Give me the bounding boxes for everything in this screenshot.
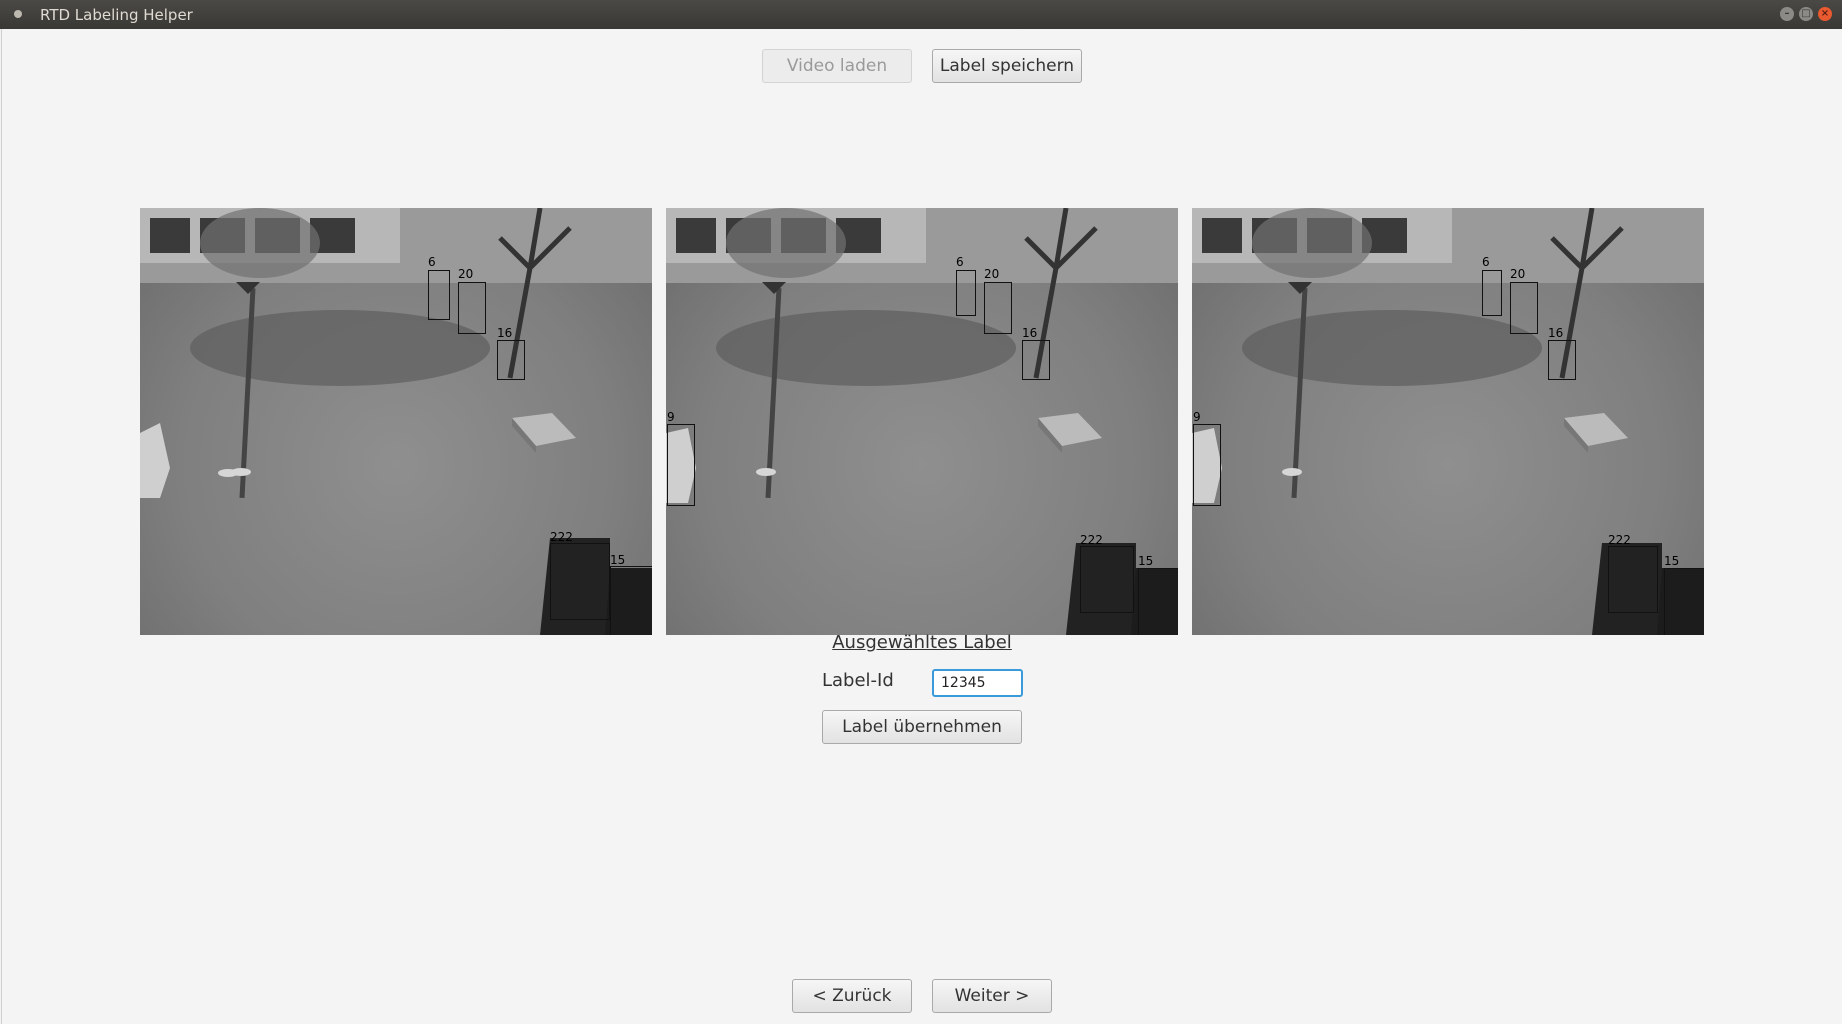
bbox <box>1510 282 1538 334</box>
bbox <box>610 566 652 635</box>
bbox <box>667 424 695 506</box>
bbox-label: 222 <box>1080 533 1103 547</box>
bbox-label: 16 <box>497 326 513 340</box>
bbox-label: 6 <box>428 255 436 269</box>
bbox <box>1664 568 1704 635</box>
bbox <box>1138 568 1178 635</box>
bbox <box>458 282 486 334</box>
title-bar: RTD Labeling Helper – □ × <box>0 0 1842 29</box>
bbox-label: 15 <box>1138 554 1154 568</box>
maximize-icon[interactable]: □ <box>1799 7 1813 21</box>
bbox <box>1482 270 1502 316</box>
bbox-label: 6 <box>1482 255 1490 269</box>
bbox-label: 15 <box>610 553 626 567</box>
selected-label-heading: Ausgewähltes Label <box>2 632 1842 653</box>
video-frame-next[interactable]: 6 20 16 9 222 15 <box>1192 208 1704 635</box>
back-button[interactable]: < Zurück <box>792 979 912 1013</box>
bbox-label: 20 <box>984 267 1000 281</box>
bbox <box>550 543 610 620</box>
bbox-label: 222 <box>1608 533 1631 547</box>
minimize-icon[interactable]: – <box>1780 7 1794 21</box>
app-icon <box>14 10 22 18</box>
video-frame-previous[interactable]: 6 20 16 222 15 <box>140 208 652 635</box>
bbox-label: 6 <box>956 255 964 269</box>
bbox <box>984 282 1012 334</box>
load-video-button[interactable]: Video laden <box>762 49 912 83</box>
label-id-input[interactable]: 12345 <box>932 669 1023 697</box>
bbox <box>1608 546 1658 613</box>
bbox-label: 9 <box>1193 410 1201 424</box>
main-window: Video laden Label speichern 6 20 16 222 … <box>1 29 1842 1024</box>
bbox <box>1548 340 1576 380</box>
bbox <box>497 340 525 380</box>
next-button[interactable]: Weiter > <box>932 979 1052 1013</box>
close-icon[interactable]: × <box>1818 7 1832 21</box>
bbox-label: 16 <box>1548 326 1564 340</box>
video-frame-current[interactable]: 6 20 16 9 222 15 <box>666 208 1178 635</box>
save-label-button[interactable]: Label speichern <box>932 49 1082 83</box>
apply-label-button[interactable]: Label übernehmen <box>822 710 1022 744</box>
bbox-label: 16 <box>1022 326 1038 340</box>
bbox-label: 9 <box>667 410 675 424</box>
bbox <box>1022 340 1050 380</box>
bbox <box>1193 424 1221 506</box>
bbox <box>428 270 450 320</box>
bbox-label: 222 <box>550 530 573 544</box>
bbox <box>956 270 976 316</box>
bbox-label: 15 <box>1664 554 1680 568</box>
bbox-label: 20 <box>458 267 474 281</box>
bbox-label: 20 <box>1510 267 1526 281</box>
bbox <box>1080 546 1134 613</box>
label-id-caption: Label-Id <box>822 670 894 691</box>
selected-label-heading-text: Ausgewähltes Label <box>832 632 1012 653</box>
window-title: RTD Labeling Helper <box>40 6 193 24</box>
